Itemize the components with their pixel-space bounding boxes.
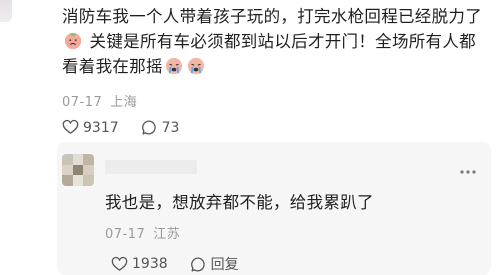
comment: 消防车我一个人带着孩子玩的，打完水枪回程已经脱力了 关键是所有车必须都到站以后才… [62,4,492,79]
crying-face-icon [187,57,204,75]
reply-meta: 07-17 江苏 [105,223,180,242]
reply-button[interactable]: 回复 [190,254,239,274]
like-count: 1938 [132,256,168,272]
reply-text: 我也是，想放弃都不能，给我累趴了 [105,193,374,212]
heart-icon [111,256,128,271]
comment-date: 07-17 [62,95,103,110]
sad-face-icon [64,32,82,50]
comment-meta: 07-17 上海 [62,91,492,110]
crying-face-icon [165,57,182,75]
reply-count: 73 [161,119,180,136]
reply-date: 07-17 [105,227,146,242]
comment-bubble-icon [190,256,205,272]
avatar[interactable] [0,0,12,22]
reply-button[interactable]: 73 [141,119,180,136]
heart-icon [62,119,79,134]
comment-location: 上海 [110,95,138,110]
comment-bubble-icon [141,120,156,135]
more-icon[interactable] [459,160,477,179]
like-button[interactable]: 1938 [111,256,168,273]
like-button[interactable]: 9317 [62,119,119,136]
comment-actions: 9317 73 [62,119,492,136]
comment-text: 消防车我一个人带着孩子玩的，打完水枪回程已经脱力了 关键是所有车必须都到站以后才… [62,7,482,76]
like-count: 9317 [83,119,119,136]
reply-label: 回复 [210,257,239,273]
reply-username[interactable] [105,160,197,174]
reply-thread: 我也是，想放弃都不能，给我累趴了 07-17 江苏 1938 回复 [57,142,491,275]
reply-location: 江苏 [153,227,181,242]
avatar[interactable] [62,154,94,186]
reply-actions: 1938 回复 [111,254,261,274]
